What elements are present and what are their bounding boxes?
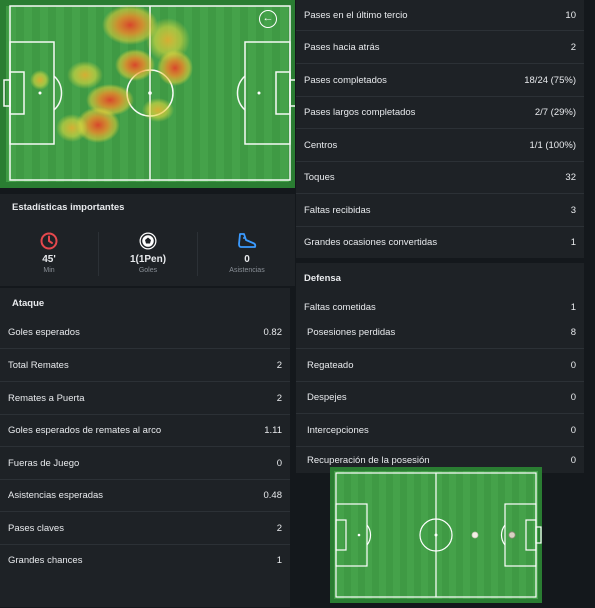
defense-panel: Defensa Faltas cometidas 1 Posesiones per… — [296, 263, 584, 473]
stat-label: Total Remates — [8, 359, 69, 371]
stat-value: 3 — [570, 204, 576, 216]
stat-label: Pases hacia atrás — [304, 41, 380, 53]
stat-label: Remates a Puerta — [8, 392, 85, 404]
stat-value: 18/24 (75%) — [524, 74, 576, 86]
stat-value: 10 — [565, 9, 576, 21]
shot-map-pitch — [330, 467, 542, 603]
stat-value: 1.11 — [264, 424, 282, 436]
stat-row: Grandes ocasiones convertidas 1 — [296, 226, 584, 258]
shot-marker[interactable] — [508, 531, 516, 539]
stat-row: Fueras de Juego 0 — [0, 447, 290, 480]
stat-value: 2 — [276, 522, 282, 534]
stat-label: Pases largos completados — [304, 106, 416, 118]
stat-value: 0 — [276, 457, 282, 469]
stat-row: Centros 1/1 (100%) — [296, 129, 584, 162]
stat-row: Despejes 0 — [296, 381, 584, 414]
stat-label: Posesiones perdidas — [307, 326, 396, 338]
stat-label: Goles esperados de remates al arco — [8, 424, 162, 436]
stat-label: Grandes chances — [8, 554, 83, 566]
stat-goals-value: 1(1Pen) — [129, 254, 167, 265]
defense-title: Defensa — [304, 273, 341, 284]
stat-label: Grandes ocasiones convertidas — [304, 236, 438, 248]
heatmap-pitch: ← — [0, 0, 297, 188]
stat-row: Intercepciones 0 — [296, 414, 584, 447]
stat-row: Regateado 0 — [296, 349, 584, 382]
stat-row: Pases completados 18/24 (75%) — [296, 64, 584, 97]
stat-label: Despejes — [307, 391, 347, 403]
stat-label: Pases claves — [8, 522, 64, 534]
stat-label: Pases en el último tercio — [304, 9, 408, 21]
stat-row: Pases claves 2 — [0, 512, 290, 545]
stat-minutes-value: 45' — [42, 254, 56, 265]
stat-value: 0 — [570, 391, 576, 403]
stat-row: Goles esperados de remates al arco 1.11 — [0, 414, 290, 447]
stat-row: Faltas recibidas 3 — [296, 194, 584, 227]
key-stats-title: Estadísticas importantes — [12, 202, 125, 213]
stat-row: Grandes chances 1 — [0, 544, 290, 576]
stat-label: Toques — [304, 171, 335, 183]
stat-row: Remates a Puerta 2 — [0, 382, 290, 415]
heatmap-svg — [0, 0, 297, 188]
stat-value: 8 — [570, 326, 576, 338]
stat-label: Asistencias esperadas — [8, 489, 104, 501]
stat-value: 1 — [276, 554, 282, 566]
stat-row: Pases en el último tercio 10 — [296, 0, 584, 31]
stat-assists: 0 Asistencias — [198, 224, 296, 284]
passing-panel: Pases en el último tercio 10 Pases hacia … — [296, 0, 584, 258]
key-stats-panel: Estadísticas importantes 45' Min 1(1Pen)… — [0, 194, 295, 286]
attack-title: Ataque — [12, 298, 45, 309]
stat-minutes-label: Min — [43, 267, 55, 274]
stat-value: 2 — [570, 41, 576, 53]
stat-row: Pases largos completados 2/7 (29%) — [296, 96, 584, 129]
stat-label: Recuperación de la posesión — [307, 454, 430, 466]
stat-label: Fueras de Juego — [8, 457, 80, 469]
stat-label: Goles esperados — [8, 326, 80, 338]
stat-goals-label: Goles — [138, 267, 158, 274]
key-stats-row: 45' Min 1(1Pen) Goles 0 Asistencias — [0, 224, 295, 284]
boot-icon — [198, 230, 296, 252]
attack-panel: Ataque Goles esperados 0.82 Total Remates… — [0, 288, 290, 607]
shot-marker[interactable] — [471, 531, 479, 539]
stat-value: 0 — [570, 454, 576, 466]
stat-value: 2 — [276, 392, 282, 404]
stat-value: 0.48 — [263, 489, 283, 501]
stat-goals: 1(1Pen) Goles — [99, 224, 197, 284]
back-arrow-icon[interactable]: ← — [259, 10, 277, 28]
clock-icon — [0, 230, 98, 252]
stat-value: 1/1 (100%) — [529, 139, 576, 151]
stat-assists-label: Asistencias — [229, 267, 265, 274]
stat-minutes: 45' Min — [0, 224, 98, 284]
stat-label: Faltas recibidas — [304, 204, 371, 216]
stat-row: Total Remates 2 — [0, 349, 290, 382]
stat-value: 32 — [565, 171, 576, 183]
stat-label: Pases completados — [304, 74, 387, 86]
stat-row: Toques 32 — [296, 161, 584, 194]
stat-value: 2 — [276, 359, 282, 371]
stat-value: 0 — [570, 424, 576, 436]
stat-value: 0 — [570, 359, 576, 371]
stat-row: Asistencias esperadas 0.48 — [0, 479, 290, 512]
stat-label: Regateado — [307, 359, 354, 371]
stat-assists-value: 0 — [244, 254, 250, 265]
stat-label: Faltas cometidas — [304, 301, 376, 313]
stat-value: 0.82 — [263, 326, 283, 338]
stat-row: Goles esperados 0.82 — [0, 316, 290, 349]
stat-row: Pases hacia atrás 2 — [296, 31, 584, 64]
stat-value: 2/7 (29%) — [534, 106, 576, 118]
stat-value: 1 — [570, 301, 576, 313]
stat-label: Centros — [304, 139, 338, 151]
stat-row: Posesiones perdidas 8 — [296, 316, 584, 349]
stat-value: 1 — [570, 236, 576, 248]
shot-map-svg — [330, 467, 542, 603]
stat-label: Intercepciones — [307, 424, 369, 436]
soccer-ball-icon — [99, 230, 197, 252]
